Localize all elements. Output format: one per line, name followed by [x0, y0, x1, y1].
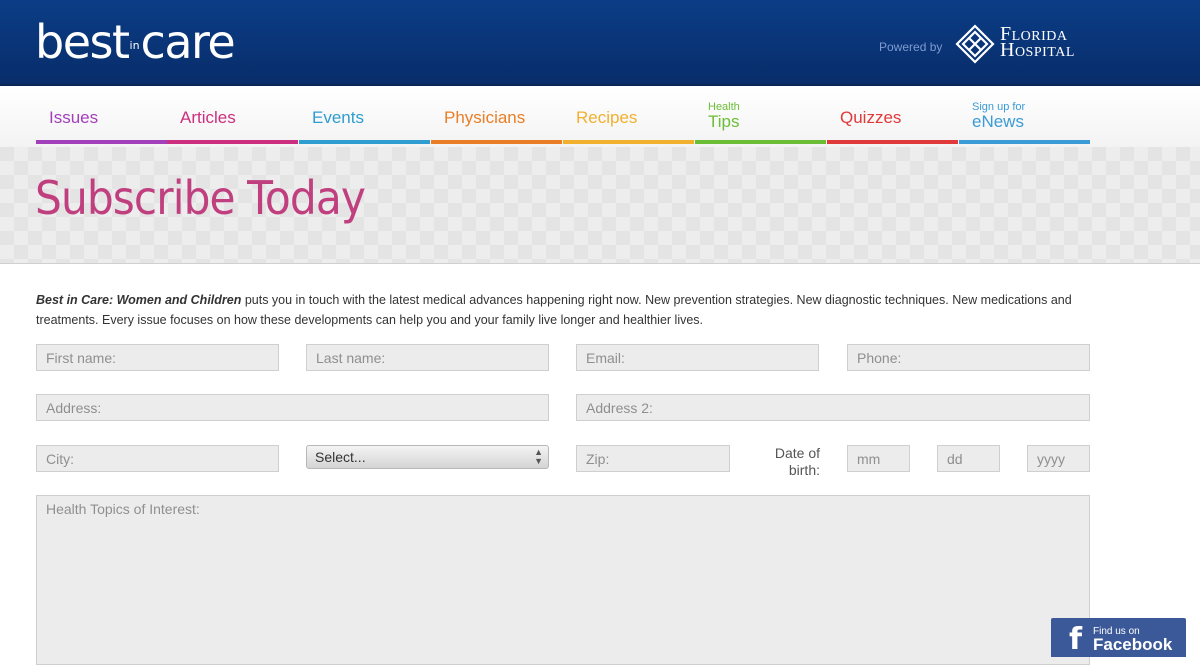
- nav-events[interactable]: Events: [299, 86, 430, 144]
- dob-label: Date of birth:: [774, 445, 820, 478]
- site-header: bestincare Powered by Florida Hospital: [0, 0, 1200, 86]
- dob-day-input[interactable]: [937, 445, 1000, 472]
- nav-events-label: Events: [312, 108, 364, 127]
- nav-quizzes[interactable]: Quizzes: [827, 86, 958, 144]
- nav-health-tips[interactable]: Health Tips: [695, 86, 826, 144]
- nav-physicians-label: Physicians: [444, 108, 526, 127]
- nav-articles-label: Articles: [180, 108, 236, 127]
- phone-input[interactable]: [847, 344, 1090, 371]
- zip-input[interactable]: [576, 445, 730, 472]
- state-select-value: Select...: [315, 449, 366, 465]
- nav-recipes-label: Recipes: [576, 108, 638, 127]
- nav-issues[interactable]: Issues: [36, 86, 167, 144]
- address2-input[interactable]: [576, 394, 1090, 421]
- nav-enews-signup[interactable]: Sign up for eNews: [959, 86, 1090, 144]
- select-arrows-icon: ▲ ▼: [534, 447, 543, 466]
- logo-care: care: [140, 15, 236, 69]
- best-in-care-logo[interactable]: bestincare: [35, 14, 236, 74]
- nav-articles[interactable]: Articles: [167, 86, 298, 144]
- facebook-label: Facebook: [1093, 635, 1173, 654]
- address-input[interactable]: [36, 394, 549, 421]
- city-input[interactable]: [36, 445, 279, 472]
- nav-issues-label: Issues: [49, 108, 99, 127]
- logo-in: in: [129, 38, 140, 52]
- main-nav: Issues Articles Events Physicians Recipe…: [0, 86, 1200, 147]
- facebook-badge[interactable]: f Find us on Facebook: [1051, 618, 1186, 657]
- page-title: Subscribe Today: [35, 171, 366, 225]
- dob-month-input[interactable]: [847, 445, 910, 472]
- logo-best: best: [35, 15, 130, 69]
- last-name-input[interactable]: [306, 344, 549, 371]
- nav-recipes[interactable]: Recipes: [563, 86, 694, 144]
- brand-line2: Hospital: [1000, 39, 1075, 61]
- florida-hospital-logo-icon: [955, 24, 995, 64]
- nav-enews-big: eNews: [972, 112, 1024, 131]
- state-select[interactable]: Select... ▲ ▼: [306, 445, 549, 469]
- intro-publication-name: Best in Care: Women and Children: [36, 293, 242, 307]
- nav-quizzes-label: Quizzes: [840, 108, 902, 127]
- facebook-icon: f: [1069, 622, 1083, 657]
- dob-year-input[interactable]: [1027, 445, 1090, 472]
- email-input[interactable]: [576, 344, 819, 371]
- first-name-input[interactable]: [36, 344, 279, 371]
- nav-health-tips-big: Tips: [708, 112, 740, 131]
- intro-paragraph: Best in Care: Women and Children puts yo…: [36, 290, 1096, 330]
- florida-hospital-wordmark[interactable]: Florida Hospital: [1000, 24, 1075, 61]
- hero-banner: Subscribe Today: [0, 147, 1200, 264]
- powered-by-label: Powered by: [879, 40, 943, 54]
- nav-physicians[interactable]: Physicians: [431, 86, 562, 144]
- health-topics-textarea[interactable]: [36, 495, 1090, 665]
